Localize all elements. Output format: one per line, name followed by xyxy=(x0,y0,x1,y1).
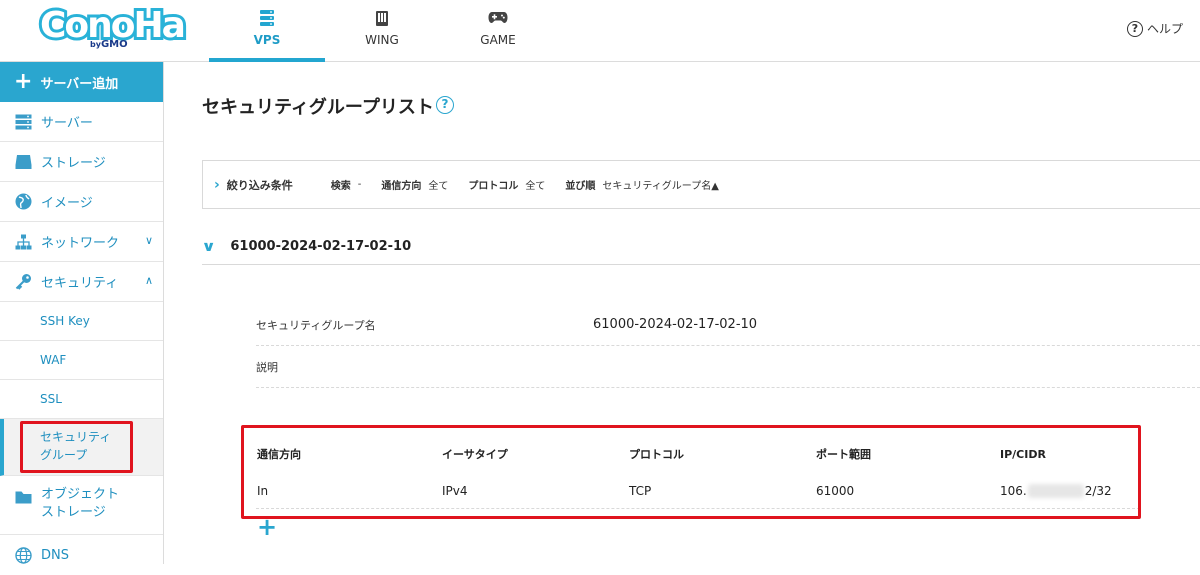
sidebar-item-image[interactable]: イメージ xyxy=(0,182,163,222)
conoha-logo[interactable]: ConoHa byGMO xyxy=(37,2,189,53)
sidebar-subitem-ssl[interactable]: SSL xyxy=(0,380,163,419)
sidebar-item-label: オブジェクト ストレージ xyxy=(41,486,119,522)
tab-wing[interactable]: WING xyxy=(324,0,440,61)
folder-icon xyxy=(14,488,32,506)
network-icon xyxy=(14,233,32,251)
filter-search-value: - xyxy=(357,179,362,190)
server-icon xyxy=(14,113,32,131)
filter-protocol-label: プロトコル xyxy=(468,181,519,192)
label-line-2: ストレージ xyxy=(41,505,106,520)
sidebar-item-label: イメージ xyxy=(41,196,93,211)
help-label: ヘルプ xyxy=(1147,22,1184,36)
chevron-down-icon: ∨ xyxy=(144,234,153,247)
sidebar-subitem-label: SSL xyxy=(40,392,62,406)
server-stack-icon xyxy=(258,9,276,31)
security-group-header[interactable]: ∨ 61000-2024-02-17-02-10 xyxy=(201,229,1200,265)
filter-title: 絞り込み条件 xyxy=(226,178,293,192)
filter-protocol-value: 全て xyxy=(525,181,546,192)
sidebar-item-storage[interactable]: ストレージ xyxy=(0,142,163,182)
filter-bar[interactable]: › 絞り込み条件 検索 - 通信方向 全て プロトコル 全て 並び順 セキュリテ… xyxy=(202,160,1200,209)
sidebar-item-label: DNS xyxy=(41,547,69,563)
sidebar-subitem-ssh-key[interactable]: SSH Key xyxy=(0,302,163,341)
sidebar-item-label: セキュリティ xyxy=(41,276,119,291)
gamepad-icon xyxy=(488,9,508,29)
top-header: ConoHa byGMO VPS WING GAME ? ヘルプ xyxy=(0,0,1200,62)
building-icon xyxy=(373,9,391,31)
sidebar-subitem-waf[interactable]: WAF xyxy=(0,341,163,380)
sidebar-item-label: ストレージ xyxy=(41,156,106,171)
add-server-label: サーバー追加 xyxy=(40,76,119,92)
help-link[interactable]: ? ヘルプ xyxy=(1127,20,1183,37)
sidebar-item-object-storage[interactable]: オブジェクト ストレージ xyxy=(0,478,163,535)
tab-vps-label: VPS xyxy=(253,33,281,47)
group-name-row: セキュリティグループ名 61000-2024-02-17-02-10 xyxy=(256,304,1200,346)
help-icon: ? xyxy=(1127,20,1143,37)
tab-vps[interactable]: VPS xyxy=(209,0,325,62)
sidebar-subitem-label: SSH Key xyxy=(40,314,90,328)
globe-icon xyxy=(14,546,32,564)
logo-byline: byGMO xyxy=(90,39,128,50)
globe-disc-icon xyxy=(14,193,32,211)
help-icon[interactable]: ? xyxy=(436,96,454,114)
disk-icon xyxy=(14,153,32,171)
add-server-button[interactable]: + サーバー追加 xyxy=(0,62,163,102)
plus-icon: + xyxy=(14,69,33,94)
add-rule-button[interactable]: + xyxy=(257,515,277,539)
page-title: セキュリティグループリスト xyxy=(202,97,434,118)
tab-game[interactable]: GAME xyxy=(440,0,556,61)
filter-direction-label: 通信方向 xyxy=(381,181,422,192)
key-icon xyxy=(14,273,32,291)
label-line-1: オブジェクト xyxy=(41,487,120,502)
group-name-label: セキュリティグループ名 xyxy=(256,318,376,332)
security-group-name: 61000-2024-02-17-02-10 xyxy=(230,239,412,254)
filter-direction-value: 全て xyxy=(428,181,449,192)
chevron-right-icon: › xyxy=(214,176,220,193)
tab-wing-label: WING xyxy=(365,33,399,47)
description-row: 説明 xyxy=(256,346,1200,388)
sidebar-item-dns[interactable]: DNS xyxy=(0,535,163,575)
filter-sort-value: セキュリティグループ名▲ xyxy=(602,181,719,192)
sidebar-item-label: サーバー xyxy=(41,116,93,131)
tab-game-label: GAME xyxy=(480,33,516,47)
sidebar-item-server[interactable]: サーバー xyxy=(0,102,163,142)
chevron-down-icon: ∨ xyxy=(201,238,217,255)
sidebar: + サーバー追加 サーバー ストレージ イメージ ネットワーク ∨ セキュリティ… xyxy=(0,62,164,564)
group-name-value: 61000-2024-02-17-02-10 xyxy=(593,317,758,332)
highlight-box-menu xyxy=(20,421,133,473)
sidebar-item-network[interactable]: ネットワーク ∨ xyxy=(0,222,163,262)
filter-sort-label: 並び順 xyxy=(565,181,596,192)
sidebar-item-label: ネットワーク xyxy=(41,236,120,251)
chevron-up-icon: ∧ xyxy=(144,274,153,287)
sidebar-subitem-label: WAF xyxy=(40,353,67,367)
sidebar-item-security[interactable]: セキュリティ ∧ xyxy=(0,262,163,302)
filter-search-label: 検索 xyxy=(330,181,351,192)
description-label: 説明 xyxy=(256,360,278,374)
highlight-box-rules xyxy=(241,425,1141,519)
